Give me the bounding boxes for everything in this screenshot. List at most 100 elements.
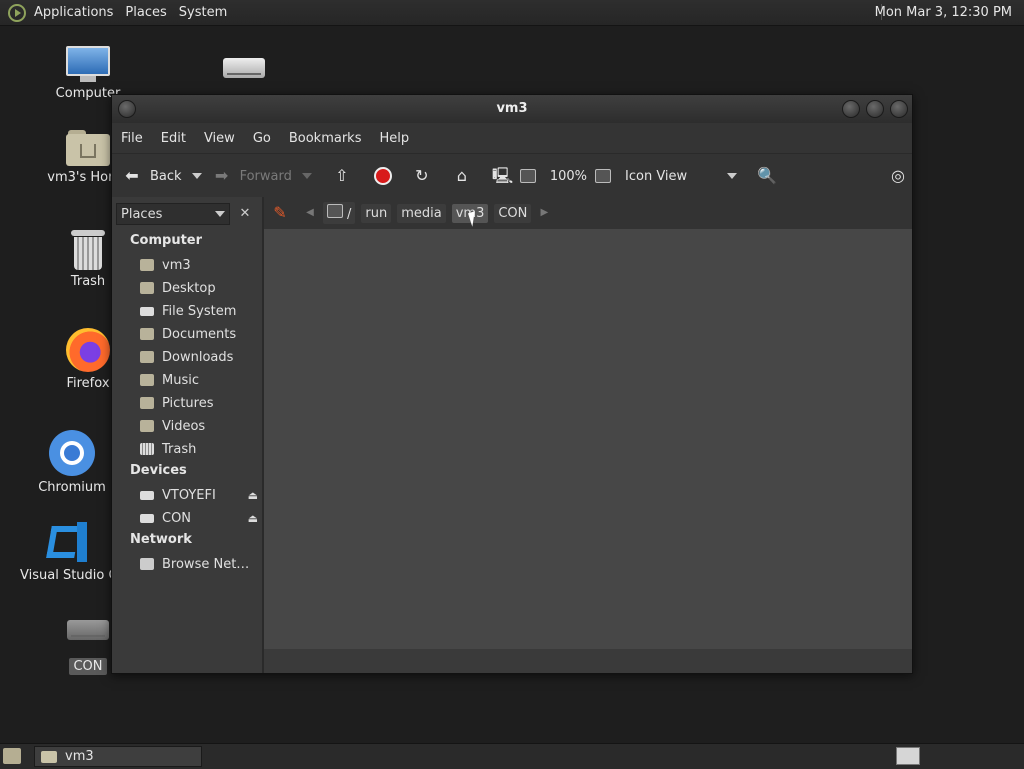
view-mode-dropdown[interactable] bbox=[727, 173, 738, 179]
sidebar: Places ✕ Computer vm3 Desktop File Syste… bbox=[112, 197, 264, 673]
sidebar-item-vtoyefi[interactable]: VTOYEFI ⏏ bbox=[140, 485, 258, 505]
window-titlebar[interactable]: vm3 bbox=[112, 95, 912, 123]
sidebar-item-pictures[interactable]: Pictures bbox=[140, 393, 258, 413]
sidebar-item-music[interactable]: Music bbox=[140, 370, 258, 390]
search-icon: 🔍 bbox=[757, 166, 777, 185]
sidebar-item-con[interactable]: CON ⏏ bbox=[140, 508, 258, 528]
crumb-root-label: / bbox=[347, 207, 352, 222]
menu-view[interactable]: View bbox=[195, 131, 244, 146]
stop-button[interactable] bbox=[370, 160, 396, 192]
edit-location-icon[interactable]: ✎ bbox=[270, 203, 290, 223]
file-view[interactable] bbox=[264, 229, 912, 649]
menu-bookmarks[interactable]: Bookmarks bbox=[280, 131, 371, 146]
window-title: vm3 bbox=[496, 101, 528, 116]
zoom-level[interactable]: 100% bbox=[546, 160, 591, 192]
eject-icon[interactable]: ⏏ bbox=[248, 489, 258, 502]
workspace-switcher[interactable] bbox=[896, 747, 920, 765]
crumb-root[interactable]: / bbox=[323, 202, 356, 224]
show-desktop-icon[interactable] bbox=[3, 748, 21, 764]
system-menu[interactable]: System bbox=[173, 5, 233, 20]
sidebar-mode-select[interactable]: Places bbox=[116, 203, 230, 225]
home-folder-icon bbox=[140, 259, 154, 271]
places-menu[interactable]: Places bbox=[119, 5, 172, 20]
folder-icon bbox=[140, 374, 154, 386]
stop-icon bbox=[373, 167, 392, 185]
folder-icon bbox=[140, 420, 154, 432]
menu-go[interactable]: Go bbox=[244, 131, 280, 146]
crumb-run[interactable]: run bbox=[361, 203, 392, 223]
clock[interactable]: Mon Mar 3, 12:30 PM bbox=[875, 0, 1012, 25]
sidebar-item-trash[interactable]: Trash bbox=[140, 439, 258, 459]
drive-icon bbox=[140, 490, 154, 500]
search-button[interactable]: 🔍 bbox=[753, 160, 781, 192]
sidebar-item-documents[interactable]: Documents bbox=[140, 324, 258, 344]
desktop-icon-label: Chromium bbox=[38, 480, 106, 495]
folder-icon bbox=[41, 750, 57, 763]
bottom-panel: vm3 bbox=[0, 743, 1024, 769]
back-arrow-icon: ⬅ bbox=[125, 166, 139, 185]
taskbar-item-vm3[interactable]: vm3 bbox=[34, 746, 202, 767]
window-menu-button[interactable] bbox=[118, 100, 136, 118]
drive-icon bbox=[223, 58, 265, 78]
back-history-dropdown[interactable] bbox=[191, 173, 202, 179]
applications-menu[interactable]: Applications bbox=[28, 5, 119, 20]
minimize-button[interactable] bbox=[842, 100, 860, 118]
desktop-computer[interactable]: Computer bbox=[40, 46, 136, 101]
section-network: Network bbox=[130, 532, 192, 547]
close-sidebar-icon[interactable]: ✕ bbox=[234, 203, 256, 225]
zoom-in-button[interactable] bbox=[591, 160, 621, 192]
eject-icon[interactable]: ⏏ bbox=[248, 512, 258, 525]
spinner-icon: ◎ bbox=[891, 166, 905, 185]
home-button[interactable]: ⌂ bbox=[448, 160, 476, 192]
chromium-icon bbox=[49, 430, 95, 476]
file-manager-window: vm3 File Edit View Go Bookmarks Help ⬅ B… bbox=[111, 94, 913, 674]
close-button[interactable] bbox=[890, 100, 908, 118]
computer-icon: 🖳 bbox=[491, 166, 514, 185]
sidebar-item-label: CON bbox=[162, 510, 192, 526]
filesystem-icon bbox=[140, 306, 154, 316]
section-devices: Devices bbox=[130, 463, 187, 478]
sidebar-item-downloads[interactable]: Downloads bbox=[140, 347, 258, 367]
sidebar-item-vm3[interactable]: vm3 bbox=[140, 255, 258, 275]
path-scroll-right-icon[interactable]: ▶ bbox=[534, 203, 554, 223]
sidebar-item-label: Pictures bbox=[162, 395, 214, 411]
view-mode-select[interactable]: Icon View bbox=[621, 160, 721, 192]
desktop-drive[interactable] bbox=[196, 58, 292, 78]
maximize-button[interactable] bbox=[866, 100, 884, 118]
menu-help[interactable]: Help bbox=[370, 131, 418, 146]
forward-arrow-icon: ➡ bbox=[214, 166, 229, 185]
menu-file[interactable]: File bbox=[112, 131, 152, 146]
sidebar-item-label: Music bbox=[162, 372, 199, 388]
home-folder-icon bbox=[66, 130, 110, 166]
desktop-icon-label: Visual Studio Code bbox=[20, 568, 114, 583]
sidebar-item-label: Documents bbox=[162, 326, 237, 342]
sidebar-item-filesystem[interactable]: File System bbox=[140, 301, 258, 321]
trash-icon bbox=[71, 230, 105, 270]
forward-history-dropdown[interactable] bbox=[301, 173, 312, 179]
up-button[interactable]: ⇧ bbox=[328, 160, 356, 192]
desktop-vscode[interactable]: Visual Studio Code bbox=[20, 520, 114, 583]
sidebar-item-browse-network[interactable]: Browse Net… bbox=[140, 554, 258, 574]
folder-icon bbox=[140, 351, 154, 363]
folder-icon bbox=[140, 397, 154, 409]
zoom-out-button[interactable] bbox=[516, 160, 546, 192]
computer-button[interactable]: 🖳 bbox=[488, 160, 516, 192]
reload-button[interactable]: ↻ bbox=[408, 160, 436, 192]
crumb-con[interactable]: CON bbox=[494, 203, 532, 223]
sidebar-item-videos[interactable]: Videos bbox=[140, 416, 258, 436]
status-bar bbox=[264, 649, 912, 673]
vscode-icon bbox=[45, 520, 89, 564]
desktop-icon-label: CON bbox=[69, 658, 107, 675]
desktop-chromium[interactable]: Chromium bbox=[24, 430, 120, 495]
menu-edit[interactable]: Edit bbox=[152, 131, 195, 146]
sidebar-item-desktop[interactable]: Desktop bbox=[140, 278, 258, 298]
forward-button[interactable]: ➡ Forward bbox=[208, 160, 296, 192]
crumb-media[interactable]: media bbox=[397, 203, 446, 223]
distro-logo-icon[interactable] bbox=[8, 3, 26, 22]
back-button[interactable]: ⬅ Back bbox=[118, 160, 186, 192]
path-scroll-left-icon[interactable]: ◀ bbox=[300, 203, 320, 223]
sidebar-item-label: Videos bbox=[162, 418, 206, 434]
toolbar: ⬅ Back ➡ Forward ⇧ ↻ ⌂ 🖳 100% Icon View … bbox=[112, 153, 912, 199]
view-mode-label: Icon View bbox=[625, 168, 688, 184]
back-label: Back bbox=[150, 168, 182, 184]
